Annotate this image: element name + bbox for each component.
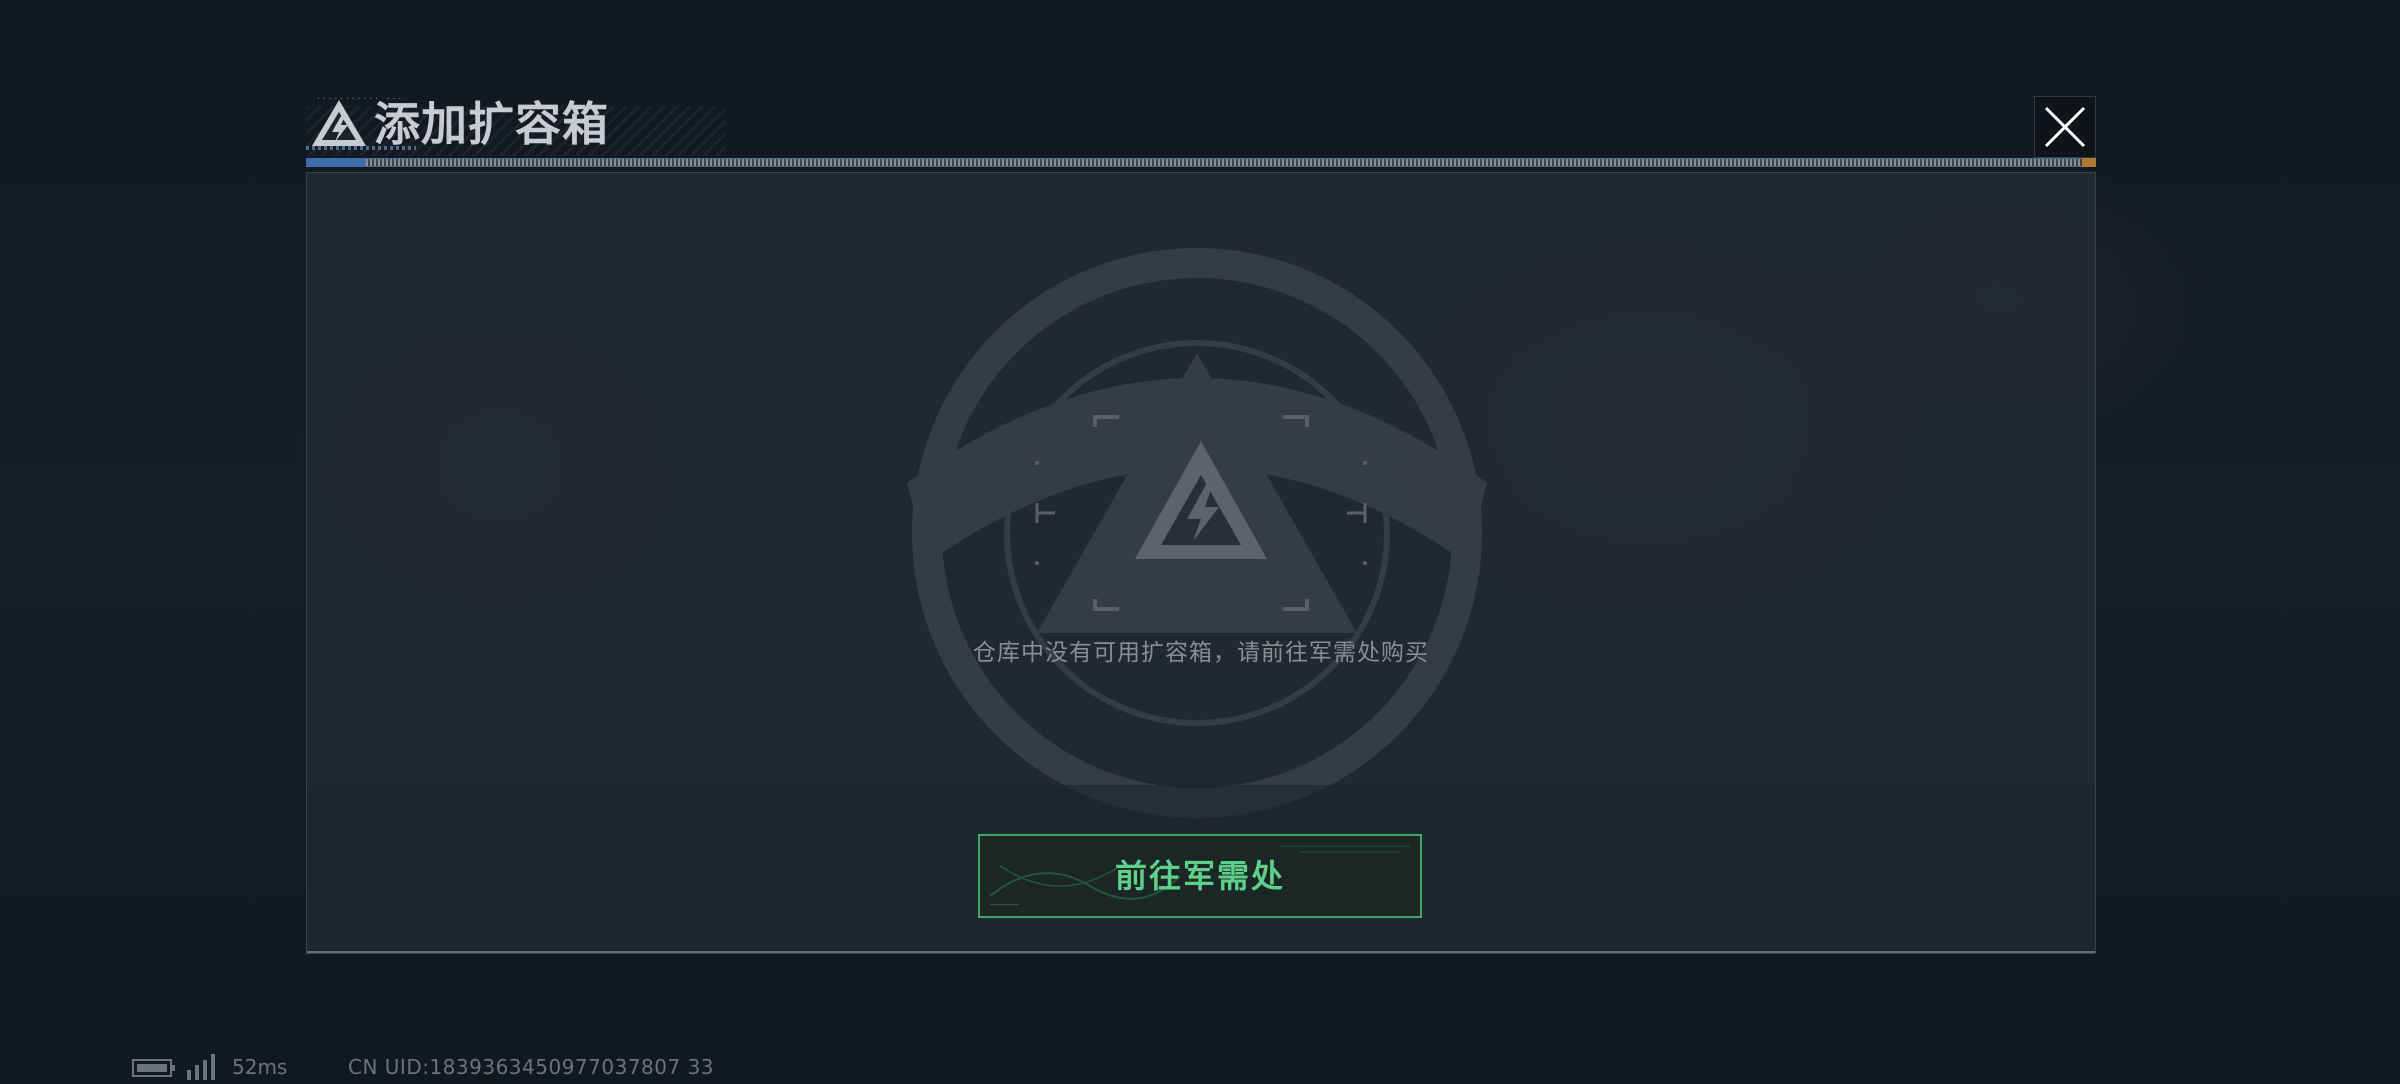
header-divider-accent bbox=[306, 158, 366, 167]
button-tag: —————— bbox=[990, 900, 1019, 909]
close-icon bbox=[2044, 106, 2086, 148]
battery-icon bbox=[132, 1059, 175, 1077]
go-to-quartermaster-label: 前往军需处 bbox=[1114, 857, 1285, 895]
dialog-header: ··········· ··· 添加扩容箱 bbox=[306, 92, 2096, 167]
header-divider bbox=[306, 158, 2096, 167]
signal-strength-icon bbox=[187, 1054, 215, 1080]
dialog-bottom-edge bbox=[307, 951, 2095, 953]
close-button[interactable] bbox=[2034, 96, 2096, 158]
go-to-quartermaster-button[interactable]: 前往军需处 —————— bbox=[978, 834, 1422, 918]
user-uid: CN UID:1839363450977037807 33 bbox=[348, 1055, 715, 1079]
header-divider-accent-right bbox=[2082, 158, 2096, 167]
empty-state-message: 仓库中没有可用扩容箱，请前往军需处购买 bbox=[973, 640, 1429, 666]
add-expansion-box-dialog: ··········· ··· 添加扩容箱 仓库中没有可用扩容箱，请前往军需处购… bbox=[306, 92, 2096, 954]
latency-readout: 52ms bbox=[232, 1055, 288, 1079]
empty-state-icon bbox=[1035, 415, 1367, 611]
header-dots bbox=[306, 146, 416, 150]
triangle-lightning-logo-icon bbox=[312, 100, 366, 146]
